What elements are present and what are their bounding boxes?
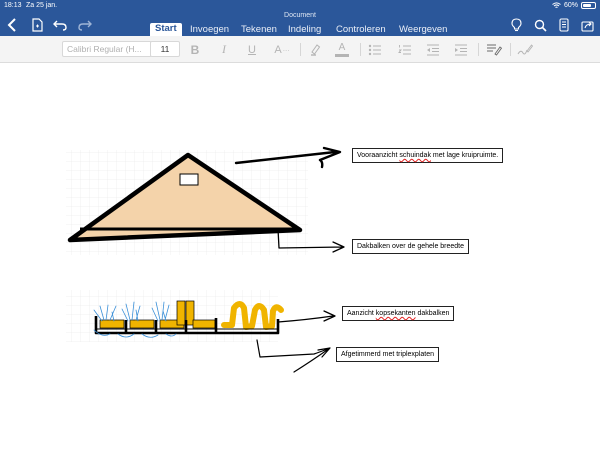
beam-end[interactable] (99, 319, 125, 329)
bold-button[interactable]: B (188, 42, 202, 57)
numbered-list-icon[interactable] (397, 42, 413, 57)
note-beam-ends-prefix: Aanzicht (347, 310, 376, 317)
toolbar-divider (510, 43, 511, 56)
indent-icon[interactable] (453, 42, 469, 57)
note-beam-ends-suffix: dakbalken (415, 310, 450, 317)
tab-invoegen[interactable]: Invoegen (190, 24, 229, 36)
font-color-label: A (338, 41, 346, 53)
toolbar-divider (360, 43, 361, 56)
more-icon: … (282, 46, 290, 53)
redo-icon[interactable] (76, 16, 94, 34)
text-effects-label: A (274, 43, 282, 56)
arrow-beam-ends[interactable] (277, 310, 336, 323)
battery-percentage: 60% (563, 2, 578, 9)
document-canvas[interactable]: Vooraanzicht schuindak met lage kruiprui… (0, 63, 600, 450)
share-icon[interactable] (578, 16, 596, 34)
font-size-field[interactable]: 11 (150, 41, 180, 57)
font-color-button[interactable]: A (333, 42, 351, 57)
note-beam-ends[interactable]: Aanzicht kopsekanten dakbalken (342, 306, 455, 321)
bullet-list-icon[interactable] (367, 42, 383, 57)
underline-button[interactable]: U (245, 42, 259, 57)
battery-icon (581, 2, 596, 9)
roof-window[interactable] (179, 173, 199, 186)
toolbar-divider (300, 43, 301, 56)
tab-indeling[interactable]: Indeling (288, 24, 321, 36)
misspelled-word[interactable]: kopsekanten (376, 310, 416, 317)
drawing[interactable] (0, 63, 600, 450)
toolbar-divider (478, 43, 479, 56)
arrow-plywood[interactable] (256, 339, 331, 373)
pen-icon[interactable] (516, 42, 534, 57)
misspelled-word[interactable]: schuindak (399, 152, 431, 159)
text-effects-button[interactable]: A… (271, 42, 293, 57)
note-plywood[interactable]: Afgetimmerd met triplexplaten (336, 347, 439, 362)
note-roof-front[interactable]: Vooraanzicht schuindak met lage kruiprui… (352, 148, 504, 163)
note-roof-front-suffix: met lage kruipruimte. (430, 152, 499, 159)
styles-icon[interactable] (485, 42, 503, 57)
outdent-icon[interactable] (425, 42, 441, 57)
highlighter-icon[interactable] (307, 42, 323, 57)
tab-controleren[interactable]: Controleren (336, 24, 386, 36)
wifi-icon (552, 2, 561, 8)
beam-end[interactable] (176, 300, 186, 326)
file-icon[interactable] (28, 16, 46, 34)
beam-end[interactable] (192, 319, 216, 329)
beam-end[interactable] (129, 319, 155, 329)
status-indicators: 60% (552, 2, 596, 9)
status-date: Za 25 jan. (26, 2, 58, 9)
undo-icon[interactable] (51, 16, 69, 34)
note-rafters-text: Dakbalken over de gehele breedte (357, 243, 465, 250)
chevron-left-icon[interactable] (3, 16, 21, 34)
font-color-swatch (335, 53, 349, 57)
tab-weergeven[interactable]: Weergeven (399, 24, 447, 36)
note-roof-front-prefix: Vooraanzicht (357, 152, 400, 159)
lightbulb-icon[interactable] (507, 16, 525, 34)
font-name-field[interactable]: Calibri Regular (H... (62, 41, 152, 57)
tab-start[interactable]: Start (150, 23, 182, 36)
search-icon[interactable] (531, 16, 549, 34)
status-time: 18:13 (4, 2, 22, 9)
note-plywood-text: Afgetimmerd met triplexplaten (341, 351, 434, 358)
formatting-toolbar: Calibri Regular (H... 11 B I U A… A (0, 36, 600, 63)
note-rafters[interactable]: Dakbalken over de gehele breedte (352, 239, 470, 254)
ribbon: 18:13 Za 25 jan. 60% Document Start Invo… (0, 0, 600, 36)
italic-button[interactable]: I (217, 42, 231, 57)
tab-tekenen[interactable]: Tekenen (241, 24, 277, 36)
phone-view-icon[interactable] (555, 16, 573, 34)
